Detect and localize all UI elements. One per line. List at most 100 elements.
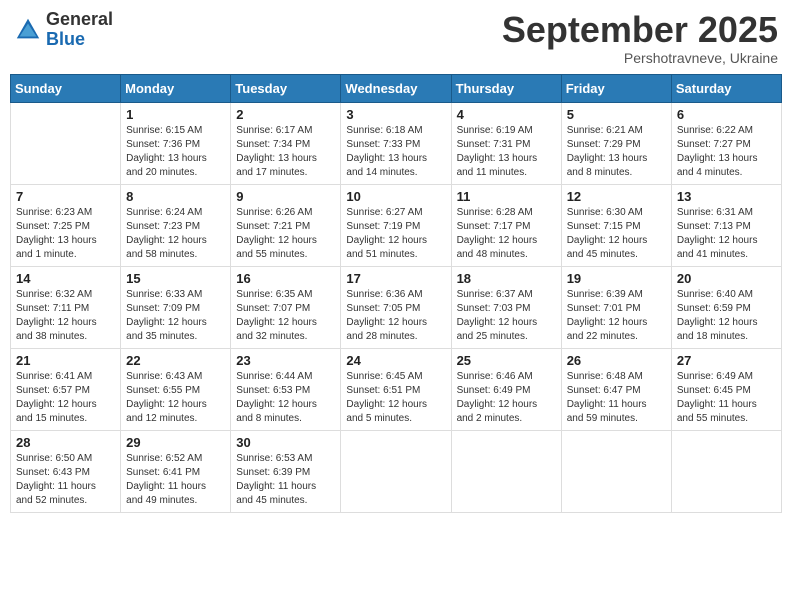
calendar-cell: 29Sunrise: 6:52 AMSunset: 6:41 PMDayligh… [121,430,231,512]
calendar-header-wednesday: Wednesday [341,74,451,102]
day-number: 14 [16,271,115,286]
calendar-cell: 4 Sunrise: 6:19 AMSunset: 7:31 PMDaylight… [451,102,561,184]
day-info: Sunrise: 6:21 AMSunset: 7:29 PMDaylight:… [567,124,666,180]
calendar-cell: 14 Sunrise: 6:32 AMSunset: 7:11 PMDayligh… [11,266,121,348]
calendar-cell: 20 Sunrise: 6:40 AMSunset: 6:59 PMDayligh… [671,266,781,348]
calendar-header-monday: Monday [121,74,231,102]
location: Pershotravneve, Ukraine [502,50,778,66]
day-number: 9 [236,189,335,204]
title-block: September 2025 Pershotravneve, Ukraine [502,10,778,66]
logo: General Blue [14,10,113,50]
day-number: 7 [16,189,115,204]
calendar-cell: 5 Sunrise: 6:21 AMSunset: 7:29 PMDaylight… [561,102,671,184]
week-row-2: 7Sunrise: 6:23 AMSunset: 7:25 PMDaylight… [11,184,782,266]
day-info: Sunrise: 6:32 AMSunset: 7:11 PMDaylight:… [16,288,115,344]
logo-icon [14,16,42,44]
day-number: 4 [457,107,556,122]
day-info: Sunrise: 6:49 AMSunset: 6:45 PMDaylight:… [677,370,776,426]
day-number: 5 [567,107,666,122]
calendar-header-tuesday: Tuesday [231,74,341,102]
day-number: 18 [457,271,556,286]
calendar-cell: 9Sunrise: 6:26 AMSunset: 7:21 PMDaylight… [231,184,341,266]
calendar-cell: 27 Sunrise: 6:49 AMSunset: 6:45 PMDayligh… [671,348,781,430]
day-info: Sunrise: 6:36 AMSunset: 7:05 PMDaylight:… [346,288,445,344]
day-info: Sunrise: 6:50 AMSunset: 6:43 PMDaylight:… [16,452,115,508]
calendar-cell: 12 Sunrise: 6:30 AMSunset: 7:15 PMDayligh… [561,184,671,266]
day-number: 11 [457,189,556,204]
day-number: 2 [236,107,335,122]
day-info: Sunrise: 6:40 AMSunset: 6:59 PMDaylight:… [677,288,776,344]
day-number: 25 [457,353,556,368]
day-number: 20 [677,271,776,286]
day-info: Sunrise: 6:31 AMSunset: 7:13 PMDaylight:… [677,206,776,262]
week-row-1: 1 Sunrise: 6:15 AMSunset: 7:36 PMDaylight… [11,102,782,184]
day-info: Sunrise: 6:28 AMSunset: 7:17 PMDaylight:… [457,206,556,262]
calendar-cell: 7Sunrise: 6:23 AMSunset: 7:25 PMDaylight… [11,184,121,266]
day-number: 13 [677,189,776,204]
calendar-cell: 19Sunrise: 6:39 AMSunset: 7:01 PMDayligh… [561,266,671,348]
calendar-cell: 21 Sunrise: 6:41 AMSunset: 6:57 PMDayligh… [11,348,121,430]
day-info: Sunrise: 6:48 AMSunset: 6:47 PMDaylight:… [567,370,666,426]
calendar-cell [561,430,671,512]
calendar-cell: 8 Sunrise: 6:24 AMSunset: 7:23 PMDaylight… [121,184,231,266]
day-number: 22 [126,353,225,368]
day-number: 12 [567,189,666,204]
month-title: September 2025 [502,10,778,50]
day-number: 15 [126,271,225,286]
day-info: Sunrise: 6:43 AMSunset: 6:55 PMDaylight:… [126,370,225,426]
day-number: 27 [677,353,776,368]
day-number: 1 [126,107,225,122]
day-info: Sunrise: 6:18 AMSunset: 7:33 PMDaylight:… [346,124,445,180]
calendar-cell: 18 Sunrise: 6:37 AMSunset: 7:03 PMDayligh… [451,266,561,348]
day-info: Sunrise: 6:41 AMSunset: 6:57 PMDaylight:… [16,370,115,426]
calendar-cell [11,102,121,184]
calendar-header-friday: Friday [561,74,671,102]
calendar-cell: 11 Sunrise: 6:28 AMSunset: 7:17 PMDayligh… [451,184,561,266]
day-number: 23 [236,353,335,368]
day-number: 8 [126,189,225,204]
calendar-cell [451,430,561,512]
calendar-cell: 10 Sunrise: 6:27 AMSunset: 7:19 PMDayligh… [341,184,451,266]
calendar-cell [671,430,781,512]
day-info: Sunrise: 6:33 AMSunset: 7:09 PMDaylight:… [126,288,225,344]
day-number: 6 [677,107,776,122]
day-number: 17 [346,271,445,286]
day-number: 24 [346,353,445,368]
calendar-cell: 15 Sunrise: 6:33 AMSunset: 7:09 PMDayligh… [121,266,231,348]
day-info: Sunrise: 6:30 AMSunset: 7:15 PMDaylight:… [567,206,666,262]
logo-blue: Blue [46,30,113,50]
calendar-cell: 28 Sunrise: 6:50 AMSunset: 6:43 PMDayligh… [11,430,121,512]
calendar-cell: 16Sunrise: 6:35 AMSunset: 7:07 PMDayligh… [231,266,341,348]
calendar-cell: 6Sunrise: 6:22 AMSunset: 7:27 PMDaylight… [671,102,781,184]
day-number: 21 [16,353,115,368]
calendar-header-row: SundayMondayTuesdayWednesdayThursdayFrid… [11,74,782,102]
page-header: General Blue September 2025 Pershotravne… [10,10,782,66]
day-info: Sunrise: 6:46 AMSunset: 6:49 PMDaylight:… [457,370,556,426]
week-row-3: 14 Sunrise: 6:32 AMSunset: 7:11 PMDayligh… [11,266,782,348]
day-number: 28 [16,435,115,450]
day-info: Sunrise: 6:17 AMSunset: 7:34 PMDaylight:… [236,124,335,180]
day-info: Sunrise: 6:24 AMSunset: 7:23 PMDaylight:… [126,206,225,262]
day-info: Sunrise: 6:52 AMSunset: 6:41 PMDaylight:… [126,452,225,508]
day-info: Sunrise: 6:15 AMSunset: 7:36 PMDaylight:… [126,124,225,180]
day-info: Sunrise: 6:19 AMSunset: 7:31 PMDaylight:… [457,124,556,180]
week-row-4: 21 Sunrise: 6:41 AMSunset: 6:57 PMDayligh… [11,348,782,430]
calendar-cell: 17 Sunrise: 6:36 AMSunset: 7:05 PMDayligh… [341,266,451,348]
logo-general: General [46,10,113,30]
day-number: 26 [567,353,666,368]
day-number: 10 [346,189,445,204]
calendar-cell: 30Sunrise: 6:53 AMSunset: 6:39 PMDayligh… [231,430,341,512]
logo-text: General Blue [46,10,113,50]
calendar-cell: 13 Sunrise: 6:31 AMSunset: 7:13 PMDayligh… [671,184,781,266]
calendar-cell: 1 Sunrise: 6:15 AMSunset: 7:36 PMDaylight… [121,102,231,184]
calendar-cell: 22 Sunrise: 6:43 AMSunset: 6:55 PMDayligh… [121,348,231,430]
day-info: Sunrise: 6:37 AMSunset: 7:03 PMDaylight:… [457,288,556,344]
day-info: Sunrise: 6:39 AMSunset: 7:01 PMDaylight:… [567,288,666,344]
day-number: 3 [346,107,445,122]
day-info: Sunrise: 6:45 AMSunset: 6:51 PMDaylight:… [346,370,445,426]
calendar-header-thursday: Thursday [451,74,561,102]
day-info: Sunrise: 6:27 AMSunset: 7:19 PMDaylight:… [346,206,445,262]
calendar-header-saturday: Saturday [671,74,781,102]
week-row-5: 28 Sunrise: 6:50 AMSunset: 6:43 PMDayligh… [11,430,782,512]
calendar-cell: 25 Sunrise: 6:46 AMSunset: 6:49 PMDayligh… [451,348,561,430]
